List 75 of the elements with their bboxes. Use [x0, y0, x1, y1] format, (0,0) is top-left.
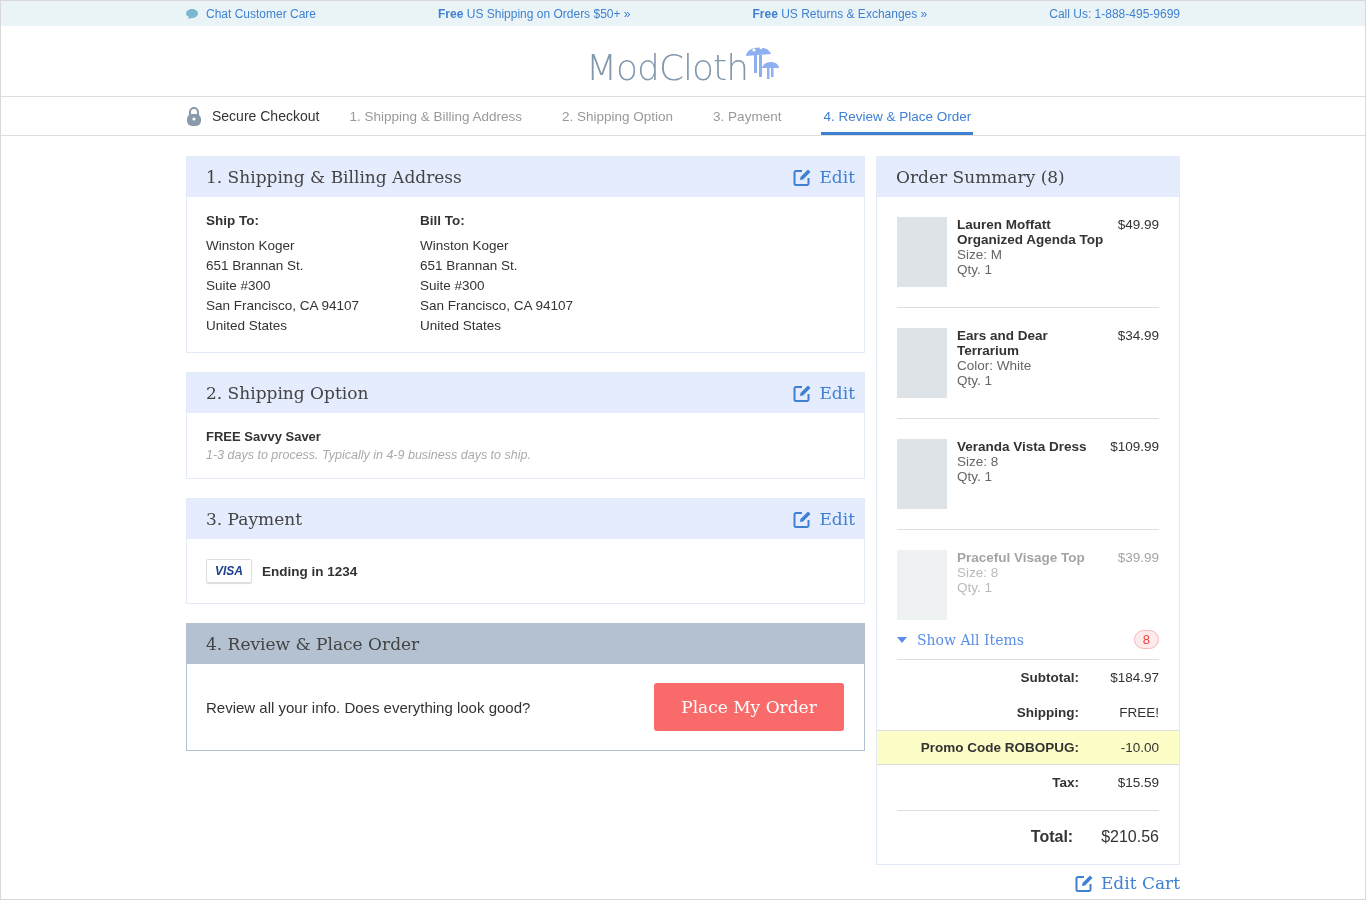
- address-line: Suite #300: [420, 277, 486, 295]
- speech-bubble-icon: [186, 8, 198, 19]
- total-label: Total:: [1030, 828, 1074, 846]
- address-line: 651 Brannan St.: [206, 257, 305, 275]
- card-logo: VISA: [206, 559, 252, 583]
- product-name[interactable]: Veranda Vista Dress: [957, 439, 1101, 454]
- product-detail: Size: M: [957, 247, 1003, 262]
- card-ending: Ending in 1234: [262, 563, 358, 579]
- edit-link[interactable]: Edit: [793, 509, 855, 529]
- chat-link[interactable]: Chat Customer Care: [186, 6, 317, 21]
- total-value: -10.00: [1119, 740, 1159, 755]
- place-order-button[interactable]: Place My Order: [654, 683, 844, 731]
- edit-icon: [1074, 873, 1094, 893]
- section-title: 4. Review & Place Order: [206, 634, 420, 654]
- secure-checkout-label: Secure Checkout: [212, 108, 320, 124]
- product-photo-placeholder: [897, 439, 947, 509]
- address-heading: Ship To:: [206, 213, 260, 228]
- shipping-note: 1-3 days to process. Typically in 4-9 business days to ship.: [206, 448, 532, 462]
- caret-icon: [897, 636, 907, 643]
- edit-icon: [793, 167, 813, 187]
- product-detail: Qty. 1: [957, 373, 993, 388]
- address-line: San Francisco, CA 94107: [420, 297, 575, 315]
- total-label: Shipping:: [1016, 705, 1079, 720]
- product-price: $39.99: [1117, 550, 1159, 567]
- product-detail: Qty. 1: [957, 469, 993, 484]
- total-label: Subtotal:: [1020, 670, 1079, 685]
- section-title: 2. Shipping Option: [206, 383, 369, 403]
- address-line: 651 Brannan St.: [420, 257, 519, 275]
- promo-link[interactable]: Free US Returns & Exchanges »: [752, 6, 928, 21]
- section-title: 1. Shipping & Billing Address: [206, 167, 462, 187]
- address-line: Winston Koger: [420, 237, 510, 255]
- checkout-step-tab[interactable]: 1. Shipping & Billing Address: [349, 97, 522, 135]
- product-name[interactable]: Lauren Moffatt Organized Agenda Top: [957, 217, 1108, 247]
- review-prompt: Review all your info. Does everything look good?: [206, 698, 531, 716]
- total-value: $210.56: [1101, 828, 1159, 846]
- address-line: San Francisco, CA 94107: [206, 297, 361, 315]
- edit-icon: [793, 383, 813, 403]
- checkout-step-tab[interactable]: 2. Shipping Option: [562, 97, 674, 135]
- address-line: United States: [420, 317, 503, 335]
- product-name[interactable]: Ears and Dear Terrarium: [957, 328, 1108, 358]
- product-detail: Qty. 1: [957, 580, 993, 595]
- lock-icon: [186, 106, 202, 126]
- edit-link[interactable]: Edit: [793, 383, 855, 403]
- address-line: Winston Koger: [206, 237, 296, 255]
- product-detail: Qty. 1: [957, 262, 993, 277]
- total-label: Promo Code ROBOPUG:: [920, 740, 1079, 755]
- checkout-step-tab[interactable]: 4. Review & Place Order: [821, 97, 974, 135]
- product-name[interactable]: Praceful Visage Top: [957, 550, 1108, 565]
- product-detail: Size: 8: [957, 454, 1000, 469]
- item-count-badge: 8: [1133, 630, 1159, 649]
- show-all-items-link[interactable]: Show All Items: [897, 631, 1024, 648]
- logo-wordmark[interactable]: ModCloth: [585, 47, 748, 88]
- address-line: Suite #300: [206, 277, 272, 295]
- product-price: $49.99: [1117, 217, 1159, 234]
- summary-title: Order Summary (8): [896, 167, 1065, 187]
- edit-link[interactable]: Edit: [793, 167, 855, 187]
- edit-icon: [793, 509, 813, 529]
- phone-link[interactable]: Call Us: 1-888-495-9699: [1049, 6, 1180, 21]
- total-value: FREE!: [1118, 705, 1159, 720]
- total-label: Tax:: [1052, 775, 1079, 790]
- product-detail: Size: 8: [957, 565, 1000, 580]
- product-price: $34.99: [1117, 328, 1159, 345]
- checkout-step-tab[interactable]: 3. Payment: [713, 97, 782, 135]
- product-photo-placeholder: [897, 217, 947, 287]
- product-price: $109.99: [1110, 439, 1159, 456]
- shipping-option-name: FREE Savvy Saver: [206, 429, 322, 444]
- address-line: United States: [206, 317, 289, 335]
- total-value: $184.97: [1109, 670, 1159, 685]
- product-photo-placeholder: [897, 328, 947, 398]
- promo-link[interactable]: Free US Shipping on Orders $50+ »: [438, 6, 631, 21]
- address-heading: Bill To:: [420, 213, 466, 228]
- edit-cart-link[interactable]: Edit Cart: [876, 873, 1180, 893]
- section-title: 3. Payment: [206, 509, 302, 529]
- product-detail: Color: White: [957, 358, 1033, 373]
- total-value: $15.59: [1116, 775, 1159, 790]
